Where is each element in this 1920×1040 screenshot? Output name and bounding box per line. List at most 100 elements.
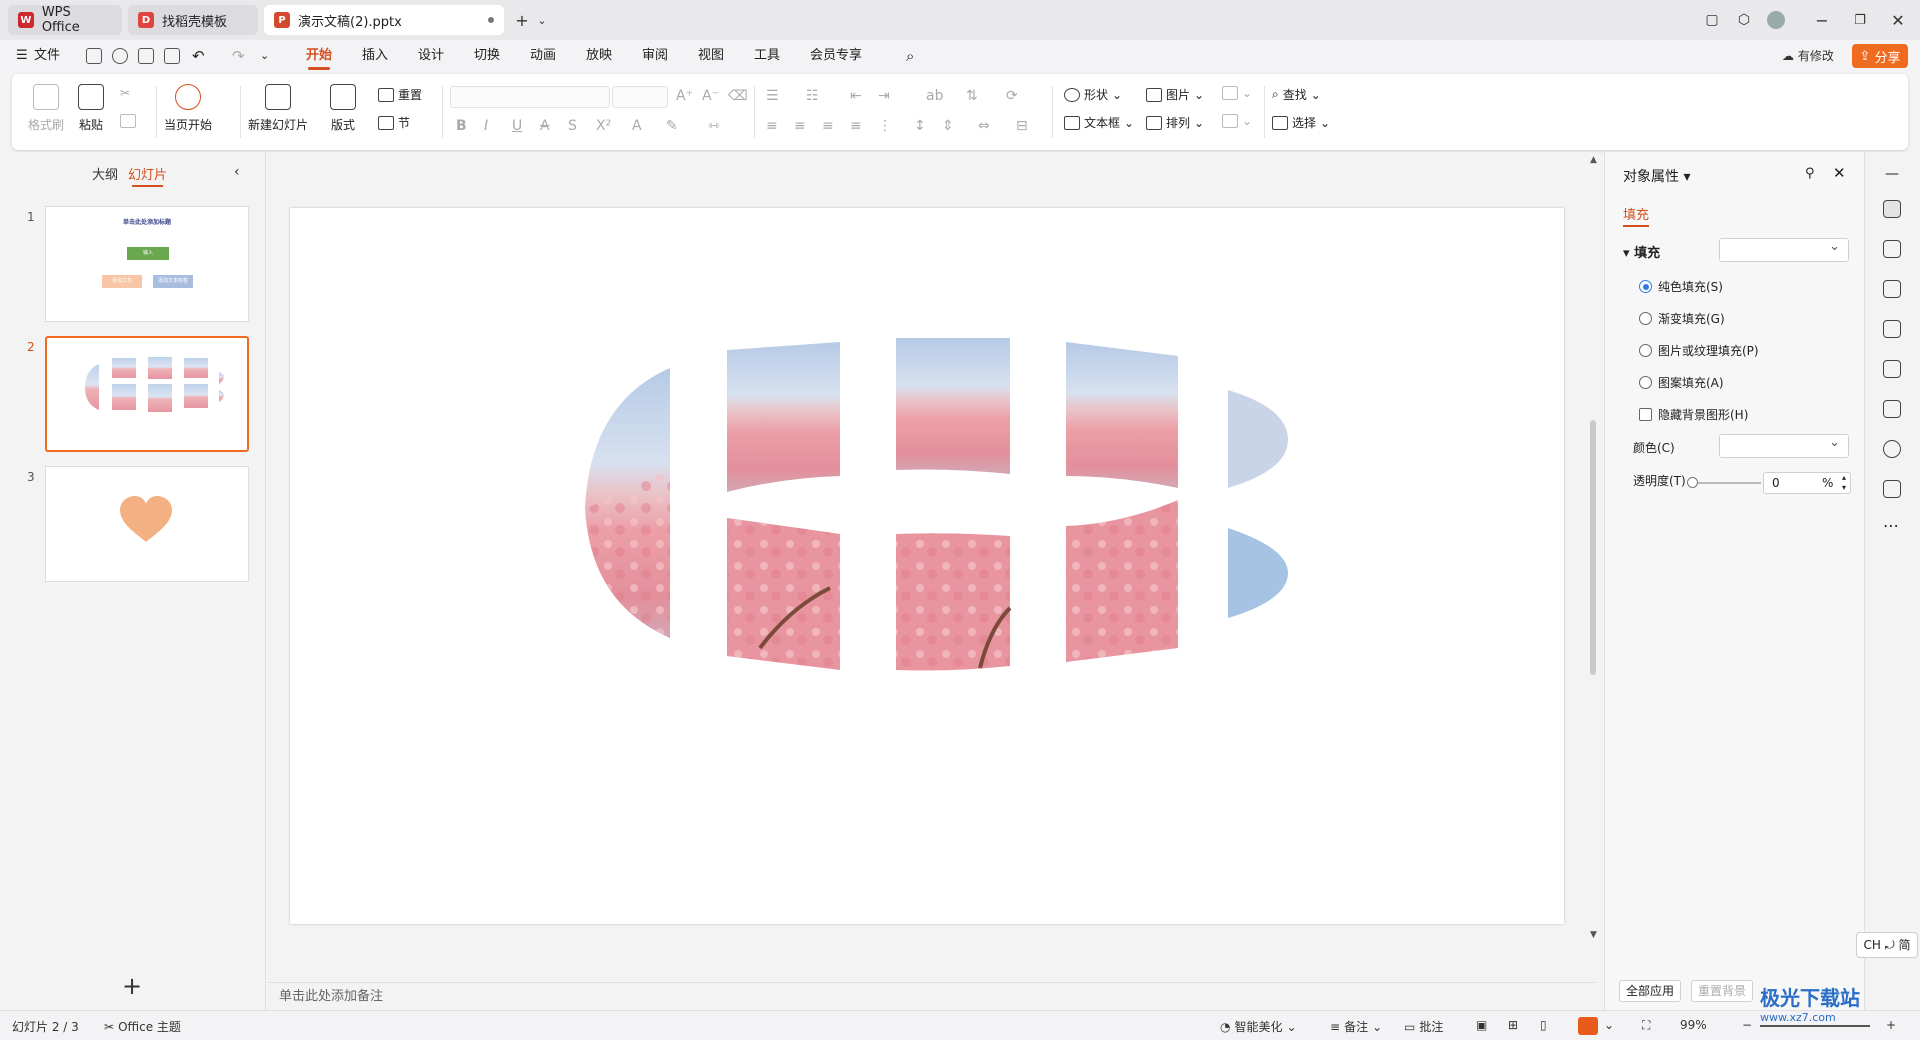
cube-icon[interactable]: ⬡ <box>1732 9 1756 31</box>
fill-section-header[interactable]: ▾ 填充 <box>1623 242 1660 261</box>
shape-button[interactable]: 形状 ⌄ <box>1064 86 1122 103</box>
robot-icon[interactable] <box>1883 480 1901 498</box>
hamburger-icon[interactable]: ☰ <box>16 40 28 72</box>
paste-button[interactable]: 粘贴 <box>78 84 104 133</box>
outdent-icon[interactable]: ⇤ <box>850 88 862 104</box>
properties-icon[interactable] <box>1883 200 1901 218</box>
print-preview-icon[interactable] <box>164 48 180 64</box>
play-current-button[interactable]: 当页开始 <box>164 84 212 133</box>
align-right-icon[interactable]: ≡ <box>822 118 834 134</box>
sort-icon[interactable]: ⇅ <box>966 88 978 104</box>
normal-view-icon[interactable]: ▣ <box>1476 1018 1487 1032</box>
hide-background-checkbox[interactable]: 隐藏背景图形(H) <box>1639 406 1748 423</box>
edit-icon[interactable] <box>1883 320 1901 338</box>
flower-image-shapes[interactable] <box>290 208 1564 924</box>
scroll-up-icon[interactable]: ▲ <box>1590 155 1597 165</box>
tab-list-chevron-icon[interactable]: ⌄ <box>530 9 554 31</box>
transparency-slider-handle[interactable] <box>1687 477 1698 488</box>
bold-icon[interactable]: B <box>456 118 467 134</box>
solid-fill-radio[interactable]: 纯色填充(S) <box>1639 278 1723 295</box>
notes-toggle-button[interactable]: ≡ 备注 ⌄ <box>1330 1018 1382 1035</box>
zoom-level[interactable]: 99% <box>1680 1018 1707 1032</box>
copy-icon[interactable] <box>120 114 136 128</box>
textbox-button[interactable]: 文本框 ⌄ <box>1064 114 1134 131</box>
gradient-fill-radio[interactable]: 渐变填充(G) <box>1639 310 1725 327</box>
slide-thumbnail-2[interactable] <box>45 336 249 452</box>
close-panel-icon[interactable]: ✕ <box>1833 164 1846 182</box>
more-icon[interactable]: ⋯ <box>1883 516 1899 535</box>
convert-icon[interactable]: ⟳ <box>1006 88 1018 104</box>
star-icon[interactable] <box>1883 240 1901 258</box>
menu-tools[interactable]: 工具 <box>754 40 780 72</box>
reset-background-button[interactable]: 重置背景 <box>1691 980 1754 1002</box>
revise-status[interactable]: ☁ 有修改 <box>1782 47 1834 64</box>
redo-icon[interactable]: ↷ <box>232 40 245 72</box>
indent-icon[interactable]: ⇥ <box>878 88 890 104</box>
fill-color-button[interactable]: ⌄ <box>1222 86 1252 100</box>
menu-insert[interactable]: 插入 <box>362 40 388 72</box>
add-slide-plus-icon[interactable]: + <box>122 972 142 1000</box>
play-options-chevron-icon[interactable]: ⌄ <box>1604 1018 1614 1032</box>
decrease-font-icon[interactable]: A⁻ <box>702 88 719 104</box>
tab-fill[interactable]: 填充 <box>1623 204 1650 227</box>
align-left-icon[interactable]: ≡ <box>766 118 778 134</box>
picture-button[interactable]: 图片 ⌄ <box>1146 86 1204 103</box>
column-icon[interactable]: ⇔ <box>978 118 990 134</box>
menu-design[interactable]: 设计 <box>418 40 444 72</box>
minimize-icon[interactable]: − <box>1810 9 1834 31</box>
pin-icon[interactable]: ⚲ <box>1805 166 1815 181</box>
book-icon[interactable] <box>1883 400 1901 418</box>
vertical-scrollbar[interactable] <box>1590 420 1596 675</box>
new-slide-button[interactable]: 新建幻灯片 <box>248 84 308 133</box>
text-direction-icon[interactable]: ab <box>926 88 943 104</box>
transparency-slider-track[interactable] <box>1691 482 1761 484</box>
theme-indicator[interactable]: ✂ Office 主题 <box>104 1018 181 1035</box>
window-layout-icon[interactable]: ▢ <box>1700 9 1724 31</box>
menu-transitions[interactable]: 切换 <box>474 40 500 72</box>
fit-window-icon[interactable]: ⛶ <box>1642 1018 1650 1033</box>
share-button[interactable]: ⇪ 分享 <box>1852 44 1908 68</box>
pattern-fill-radio[interactable]: 图案填充(A) <box>1639 374 1724 391</box>
scroll-down-icon[interactable]: ▼ <box>1590 930 1597 940</box>
tab-outline[interactable]: 大纲 <box>92 164 118 183</box>
smart-beautify-button[interactable]: ◔ 智能美化 ⌄ <box>1220 1018 1297 1035</box>
cut-icon[interactable]: ✂ <box>120 86 130 100</box>
line-spacing-icon[interactable]: ↕ <box>914 118 926 134</box>
spin-arrows-icon[interactable]: ▴ ▾ <box>1842 473 1846 493</box>
search-icon[interactable]: ⌕ <box>906 40 914 72</box>
avatar[interactable] <box>1764 9 1788 31</box>
menu-file[interactable]: 文件 <box>34 40 60 72</box>
font-family-select[interactable] <box>450 86 610 108</box>
slide-thumbnail-3[interactable] <box>45 466 249 582</box>
ime-indicator[interactable]: CH ⤾ 简 <box>1856 932 1918 958</box>
save-icon[interactable] <box>86 48 102 64</box>
tab-wps-office[interactable]: W WPS Office <box>8 5 122 35</box>
close-window-icon[interactable]: ✕ <box>1886 9 1910 31</box>
notes-area[interactable]: 单击此处添加备注 <box>267 982 1597 1010</box>
italic-icon[interactable]: I <box>484 118 488 134</box>
tab-presentation[interactable]: P 演示文稿(2).pptx <box>264 5 504 35</box>
strikethrough-icon[interactable]: A <box>540 118 550 134</box>
increase-font-icon[interactable]: A⁺ <box>676 88 693 104</box>
collapse-rail-icon[interactable]: — <box>1885 166 1899 182</box>
transparency-input[interactable]: 0 % ▴ ▾ <box>1763 472 1851 494</box>
menu-home[interactable]: 开始 <box>306 40 332 72</box>
collapse-panel-icon[interactable]: ‹ <box>234 164 240 180</box>
slideshow-play-icon[interactable] <box>1578 1017 1598 1035</box>
justify-icon[interactable]: ≡ <box>850 118 862 134</box>
tab-slides[interactable]: 幻灯片 <box>128 164 167 187</box>
numbering-icon[interactable]: ☷ <box>806 88 819 104</box>
undo-icon[interactable]: ↶ <box>192 40 205 72</box>
panel-title[interactable]: 对象属性 ▾ <box>1623 166 1690 186</box>
highlight-icon[interactable]: ✎ <box>666 118 678 134</box>
reading-view-icon[interactable]: ▯ <box>1540 1018 1547 1032</box>
outline-color-button[interactable]: ⌄ <box>1222 114 1252 128</box>
fill-type-dropdown[interactable] <box>1719 238 1849 262</box>
slide-thumbnail-1[interactable]: 单击此处添加标题 输入 添加文本 添加文本标签 <box>45 206 249 322</box>
sorter-view-icon[interactable]: ⊞ <box>1508 1018 1518 1032</box>
restore-icon[interactable]: ❐ <box>1848 9 1872 31</box>
char-spacing-icon[interactable]: ⇿ <box>708 118 720 134</box>
section-button[interactable]: 节 <box>378 114 410 131</box>
menu-slideshow[interactable]: 放映 <box>586 40 612 72</box>
tab-templates[interactable]: D 找稻壳模板 <box>128 5 258 35</box>
